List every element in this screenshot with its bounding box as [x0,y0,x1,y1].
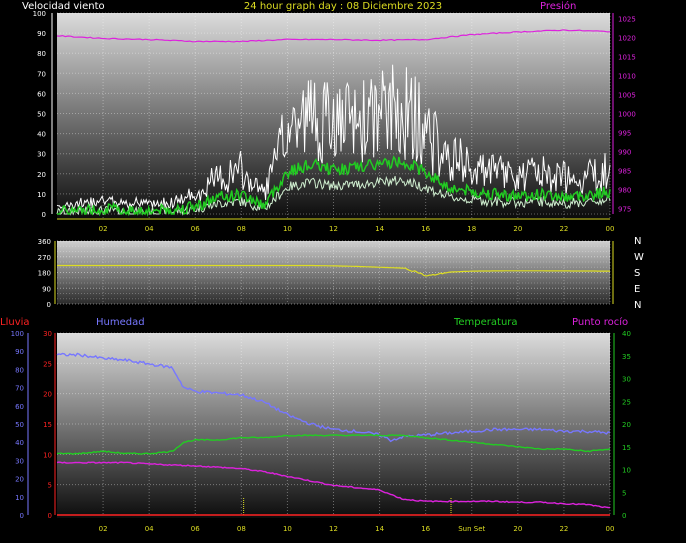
tick-label-x: 08 [237,225,246,233]
tick-label-humidity: 80 [15,366,24,374]
tick-label-y-left: 70 [37,70,46,78]
tick-label-y-left: 80 [37,50,46,58]
tick-label-x: 20 [513,525,522,533]
tick-label-y-left: 20 [37,171,46,179]
tick-label-rain: 30 [43,330,52,338]
tick-label-temperature: 30 [622,376,631,384]
tick-label-x: 10 [283,225,292,233]
tick-label-x: 02 [99,225,108,233]
tick-label-rain: 25 [43,360,52,368]
compass-label-w: W [634,252,644,263]
tick-label-y-left: 50 [37,111,46,119]
tick-label-x: 16 [421,225,430,233]
tick-label-x: 04 [145,525,154,533]
tick-label-y: 270 [38,254,51,262]
tick-label-y: 180 [38,270,51,278]
tick-label-temperature: 0 [622,512,626,520]
tick-label-y-left: 0 [42,211,46,219]
tick-label-humidity: 60 [15,403,24,411]
tick-label-y-right: 1005 [618,92,636,100]
tick-label-y-right: 990 [618,148,631,156]
tick-label-temperature: 35 [622,353,631,361]
tick-label-rain: 20 [43,391,52,399]
tick-label-y-right: 1000 [618,111,636,119]
temperature-label: Temperatura [453,317,518,328]
tick-label-y-left: 10 [37,191,46,199]
compass-label-n: N [634,236,641,247]
tick-label-x: 22 [559,225,568,233]
compass-label-e: E [634,284,640,295]
tick-label-humidity: 30 [15,457,24,465]
chart-title: 24 hour graph day : 08 Diciembre 2023 [244,1,442,12]
tick-label-y: 90 [42,285,51,293]
tick-label-humidity: 90 [15,348,24,356]
tick-label-y-right: 980 [618,186,631,194]
tick-label-temperature: 15 [622,444,631,452]
compass-label-n: N [634,300,641,311]
tick-label-y-left: 60 [37,90,46,98]
tick-label-y: 0 [47,301,51,309]
tick-label-x: 16 [421,525,430,533]
tick-label-y-right: 1025 [618,16,636,24]
tick-label-x: 00 [606,525,615,533]
tick-label-x: 20 [513,225,522,233]
tick-label-y-right: 985 [618,167,631,175]
tick-label-rain: 10 [43,451,52,459]
pressure-label: Presión [540,0,576,12]
tick-label-y-left: 90 [37,30,46,38]
tick-label-x: 04 [145,225,154,233]
tick-label-x: Sun Set [458,525,485,533]
tick-label-rain: 0 [48,512,52,520]
humidity-label: Humedad [96,317,145,328]
tick-label-y-right: 1010 [618,73,636,81]
tick-label-x: 14 [375,525,384,533]
tick-label-x: 18 [467,225,476,233]
tick-label-x: 12 [329,225,338,233]
tick-label-rain: 15 [43,421,52,429]
tick-label-x: 22 [559,525,568,533]
tick-label-temperature: 25 [622,398,631,406]
tick-label-y: 360 [38,238,51,246]
tick-label-humidity: 20 [15,476,24,484]
tick-label-x: 10 [283,525,292,533]
tick-label-x: 02 [99,525,108,533]
tick-label-humidity: 0 [20,512,24,520]
weather-chart: Velocidad viento 24 hour graph day : 08 … [0,0,644,533]
tick-label-humidity: 50 [15,421,24,429]
tick-label-temperature: 5 [622,489,626,497]
tick-label-humidity: 100 [11,330,24,338]
tick-label-temperature: 10 [622,467,631,475]
tick-label-temperature: 40 [622,330,631,338]
tick-label-temperature: 20 [622,421,631,429]
tick-label-y-right: 1020 [618,35,636,43]
tick-label-humidity: 70 [15,385,24,393]
tick-label-x: 08 [237,525,246,533]
tick-label-x: 12 [329,525,338,533]
tick-label-x: 14 [375,225,384,233]
tick-label-y-right: 975 [618,205,631,213]
rain-label: Lluvia [0,317,30,328]
tick-label-humidity: 10 [15,494,24,502]
compass-labels: NWSEN [634,236,644,311]
tick-label-x: 06 [191,525,200,533]
tick-label-humidity: 40 [15,439,24,447]
dewpoint-label: Punto rocío [572,316,628,328]
tick-label-rain: 5 [48,482,52,490]
tick-label-y-left: 40 [37,131,46,139]
tick-label-y-left: 30 [37,151,46,159]
tick-label-x: 00 [606,225,615,233]
tick-label-y-right: 1015 [618,54,636,62]
tick-label-y-left: 100 [33,10,46,18]
compass-label-s: S [634,268,640,279]
tick-label-y-right: 995 [618,129,631,137]
tick-label-x: 06 [191,225,200,233]
